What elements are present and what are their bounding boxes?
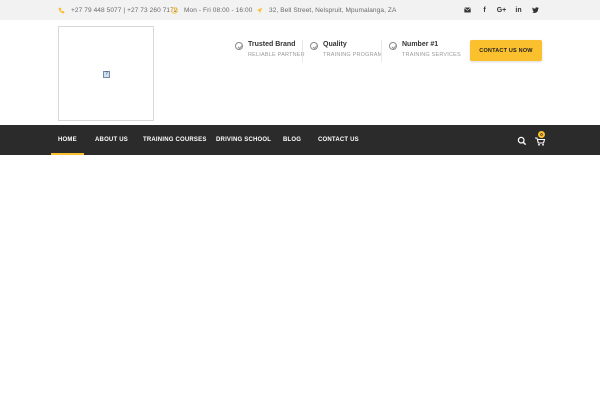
broken-image-icon: ? — [103, 71, 110, 78]
feature-subtitle: RELIABLE PARTNER — [248, 52, 305, 58]
topbar-hours: Mon - Fri 08:00 - 16:00 — [171, 0, 252, 20]
topbar-address: 32, Bell Street, Nelspruit, Mpumalanga, … — [256, 0, 396, 20]
nav-item-about-us[interactable]: ABOUT US — [95, 125, 128, 155]
phone-text: +27 79 448 5077 | +27 73 260 7172 — [71, 6, 178, 14]
check-circle-icon — [235, 42, 243, 50]
feature-divider — [381, 40, 382, 62]
main-nav: HOME ABOUT US TRAINING COURSES DRIVING S… — [0, 125, 600, 155]
nav-item-blog[interactable]: BLOG — [283, 125, 301, 155]
nav-item-home[interactable]: HOME — [51, 125, 84, 155]
check-circle-icon — [310, 42, 318, 50]
location-arrow-icon — [256, 7, 263, 14]
check-circle-icon — [389, 42, 397, 50]
feature-subtitle: TRAINING PROGRAM — [323, 52, 383, 58]
facebook-icon[interactable]: f — [476, 0, 493, 20]
address-text: 32, Bell Street, Nelspruit, Mpumalanga, … — [269, 6, 397, 14]
nav-item-driving-school[interactable]: DRIVING SCHOOL — [216, 125, 271, 155]
twitter-icon[interactable] — [527, 0, 544, 20]
clock-icon — [171, 6, 178, 14]
contact-us-now-button[interactable]: CONTACT US NOW — [470, 40, 542, 61]
social-links: f G+ in — [459, 0, 544, 20]
site-logo[interactable]: ? — [58, 26, 154, 121]
phone-icon — [58, 7, 65, 14]
cart-count-badge: 0 — [538, 131, 545, 138]
envelope-icon[interactable] — [459, 0, 476, 20]
nav-item-training-courses[interactable]: TRAINING COURSES — [143, 125, 207, 155]
nav-item-contact-us[interactable]: CONTACT US — [318, 125, 359, 155]
feature-divider — [302, 40, 303, 62]
feature-title: Number #1 — [402, 41, 439, 48]
top-info-bar: +27 79 448 5077 | +27 73 260 7172 Mon - … — [0, 0, 600, 20]
google-plus-icon[interactable]: G+ — [493, 0, 510, 20]
search-icon[interactable] — [517, 134, 527, 146]
hours-text: Mon - Fri 08:00 - 16:00 — [184, 6, 253, 14]
feature-title: Trusted Brand — [248, 41, 296, 48]
feature-subtitle: TRAINING SERVICES — [402, 52, 461, 58]
linkedin-icon[interactable]: in — [510, 0, 527, 20]
feature-title: Quality — [323, 41, 347, 48]
topbar-phone: +27 79 448 5077 | +27 73 260 7172 — [58, 0, 178, 20]
